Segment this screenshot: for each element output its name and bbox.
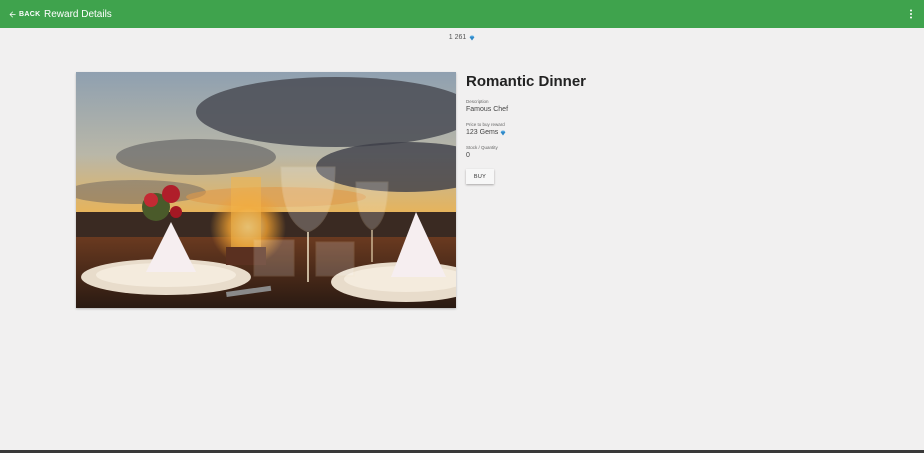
stock-value: 0 — [466, 152, 470, 159]
description-value: Famous Chef — [466, 106, 509, 113]
dinner-table-sunset-image — [76, 72, 456, 308]
more-menu-button[interactable] — [907, 0, 915, 28]
gem-icon — [469, 35, 475, 40]
back-button[interactable]: BACK — [8, 0, 40, 28]
app-bar: BACK Reward Details — [0, 0, 924, 28]
price-value: 123 Gems — [466, 129, 499, 136]
gem-balance: 1 261 — [0, 34, 924, 41]
buy-button[interactable]: BUY — [466, 169, 494, 184]
arrow-left-icon — [9, 11, 16, 17]
price-row: 123 Gems — [466, 128, 766, 137]
back-label: BACK — [19, 10, 41, 18]
gem-icon — [500, 130, 506, 135]
gem-balance-value: 1 261 — [448, 34, 467, 41]
more-vert-icon — [910, 9, 912, 19]
reward-details: Romantic Dinner Description Famous Chef … — [466, 72, 766, 184]
reward-name: Romantic Dinner — [466, 73, 587, 90]
reward-image — [76, 72, 456, 308]
page-title: Reward Details — [44, 8, 112, 20]
